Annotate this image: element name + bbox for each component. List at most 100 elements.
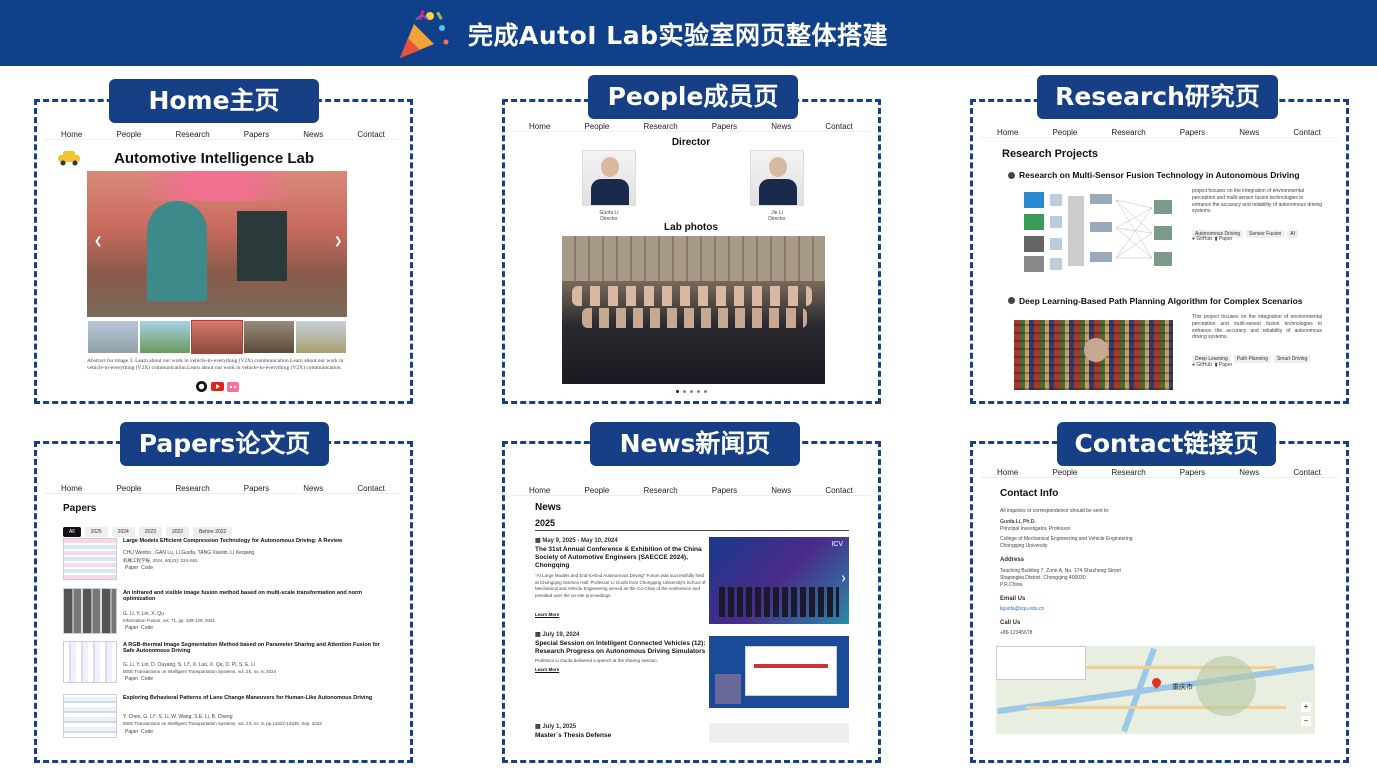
nav-news[interactable]: News	[303, 130, 323, 139]
nav-research[interactable]: Research	[643, 122, 677, 131]
paper-title-4[interactable]: Exploring Behavioral Patterns of Lane Ch…	[123, 695, 388, 701]
paper-link[interactable]: Paper	[1219, 362, 1232, 368]
filter-2024[interactable]: 2024	[111, 527, 135, 537]
contact-intro: All inquiries or correspondence should b…	[1000, 508, 1110, 514]
nav-contact[interactable]: Contact	[1293, 468, 1321, 477]
news-body-2: Professor Li Guofa delivered a speech at…	[535, 658, 658, 663]
learn-more-1[interactable]: Learn More	[535, 612, 559, 617]
nav-home[interactable]: Home	[61, 130, 82, 139]
nav-research[interactable]: Research	[1111, 468, 1145, 477]
github-link[interactable]: GitHub	[1196, 236, 1212, 242]
nav-home[interactable]: Home	[997, 468, 1018, 477]
project-title-2[interactable]: Deep Learning-Based Path Planning Algori…	[1019, 296, 1303, 306]
thumb-5[interactable]	[296, 321, 346, 353]
nav-research[interactable]: Research	[175, 484, 209, 493]
paper-link[interactable]: Paper	[1219, 236, 1232, 242]
news-tag: News新闻页	[590, 422, 800, 466]
nav-contact[interactable]: Contact	[357, 484, 385, 493]
icv-label: ICV	[831, 541, 843, 548]
paper-link[interactable]: Paper	[125, 729, 138, 735]
code-link[interactable]: Code	[141, 729, 153, 735]
paper-link[interactable]: Paper	[125, 625, 138, 631]
filter-before-2022[interactable]: Before 2022	[193, 527, 233, 537]
nav-papers[interactable]: Papers	[1180, 128, 1205, 137]
banner-title: 完成AutoI Lab实验室网页整体搭建	[468, 21, 888, 50]
next-arrow-icon[interactable]: ❯	[334, 236, 342, 247]
nav-papers[interactable]: Papers	[244, 130, 269, 139]
thumb-3[interactable]	[191, 320, 243, 354]
thumb-4[interactable]	[244, 321, 294, 353]
nav-people[interactable]: People	[1052, 468, 1077, 477]
email-link[interactable]: liguofa@cqu.edu.cn	[1000, 606, 1044, 612]
news-title-3[interactable]: Master`s Thesis Defense	[535, 732, 611, 739]
nav-news[interactable]: News	[1239, 128, 1259, 137]
nav-news[interactable]: News	[771, 486, 791, 495]
nav-people[interactable]: People	[116, 484, 141, 493]
nav-news[interactable]: News	[771, 122, 791, 131]
filter-2025[interactable]: 2025	[84, 527, 108, 537]
code-link[interactable]: Code	[141, 565, 153, 571]
nav-home[interactable]: Home	[997, 128, 1018, 137]
nav-papers[interactable]: Papers	[1180, 468, 1205, 477]
news-title-1[interactable]: The 31st Annual Conference & Exhibition …	[535, 546, 705, 570]
code-link[interactable]: Code	[141, 625, 153, 631]
paper-link[interactable]: Paper	[125, 565, 138, 571]
project-links-2: ● GitHub ▮ Paper	[1192, 362, 1232, 368]
paper-title-3[interactable]: A RGB-thermal Image Segmentation Method …	[123, 642, 388, 654]
paper-links-1: Paper Code	[125, 565, 153, 571]
news-heading: News	[535, 502, 562, 513]
news-next-icon[interactable]: ❯	[841, 575, 846, 582]
address-line-1: Teaching Building 7, Zone A, No. 174 Sha…	[1000, 568, 1121, 574]
code-link[interactable]: Code	[141, 676, 153, 682]
nav-news[interactable]: News	[1239, 468, 1259, 477]
paper-link[interactable]: Paper	[125, 676, 138, 682]
year-filters: All 2025 2024 2023 2022 Before 2022	[63, 520, 236, 538]
news-body-1: "AI Large Models and End-to-End Autonomo…	[535, 573, 706, 598]
research-tag: Research研究页	[1037, 75, 1278, 119]
paper-icon: ▮	[1214, 236, 1218, 242]
nav-contact[interactable]: Contact	[825, 122, 853, 131]
paper-title-2[interactable]: An infrared and visible image fusion met…	[123, 590, 393, 602]
nav-research[interactable]: Research	[175, 130, 209, 139]
learn-more-2[interactable]: Learn More	[535, 667, 559, 672]
papers-tag: Papers论文页	[120, 422, 329, 466]
nav-people[interactable]: People	[1052, 128, 1077, 137]
nav-home[interactable]: Home	[529, 122, 550, 131]
map-widget[interactable]: 重庆市 + −	[996, 646, 1315, 734]
paper-title-1[interactable]: Large Models Efficient Compression Techn…	[123, 538, 383, 544]
filter-2023[interactable]: 2023	[138, 527, 162, 537]
nav-contact[interactable]: Contact	[1293, 128, 1321, 137]
bilibili-icon[interactable]	[227, 381, 239, 392]
news-title-2[interactable]: Special Session on Intelligent Connected…	[535, 640, 710, 656]
nav-contact[interactable]: Contact	[825, 486, 853, 495]
youtube-icon[interactable]	[211, 382, 224, 391]
nav-papers[interactable]: Papers	[712, 122, 737, 131]
thumb-1[interactable]	[88, 321, 138, 353]
github-icon[interactable]	[196, 381, 207, 392]
nav-home[interactable]: Home	[61, 484, 82, 493]
member-photo-1[interactable]	[582, 150, 636, 206]
filter-all[interactable]: All	[63, 527, 81, 537]
github-link[interactable]: GitHub	[1196, 362, 1212, 368]
nav-papers[interactable]: Papers	[244, 484, 269, 493]
nav-news[interactable]: News	[303, 484, 323, 493]
paper-venue-1: 机械工程学报, 2024, 60(22): 224-240.	[123, 558, 199, 563]
project-title-1[interactable]: Research on Multi-Sensor Fusion Technolo…	[1019, 170, 1300, 180]
prev-arrow-icon[interactable]: ❮	[94, 236, 102, 247]
nav-research[interactable]: Research	[1111, 128, 1145, 137]
zoom-in-icon[interactable]: +	[1301, 702, 1311, 712]
thumb-2[interactable]	[140, 321, 190, 353]
nav-people[interactable]: People	[584, 122, 609, 131]
zoom-out-icon[interactable]: −	[1301, 716, 1311, 726]
member-photo-2[interactable]	[750, 150, 804, 206]
nav-research[interactable]: Research	[643, 486, 677, 495]
carousel-dots[interactable]	[512, 387, 870, 393]
nav-people[interactable]: People	[584, 486, 609, 495]
paper-venue-4: IEEE Transactions on Intelligent Transpo…	[123, 721, 322, 726]
fusion-diagram	[1024, 192, 1172, 272]
nav-people[interactable]: People	[116, 130, 141, 139]
nav-papers[interactable]: Papers	[712, 486, 737, 495]
nav-home[interactable]: Home	[529, 486, 550, 495]
filter-2022[interactable]: 2022	[165, 527, 190, 537]
nav-contact[interactable]: Contact	[357, 130, 385, 139]
